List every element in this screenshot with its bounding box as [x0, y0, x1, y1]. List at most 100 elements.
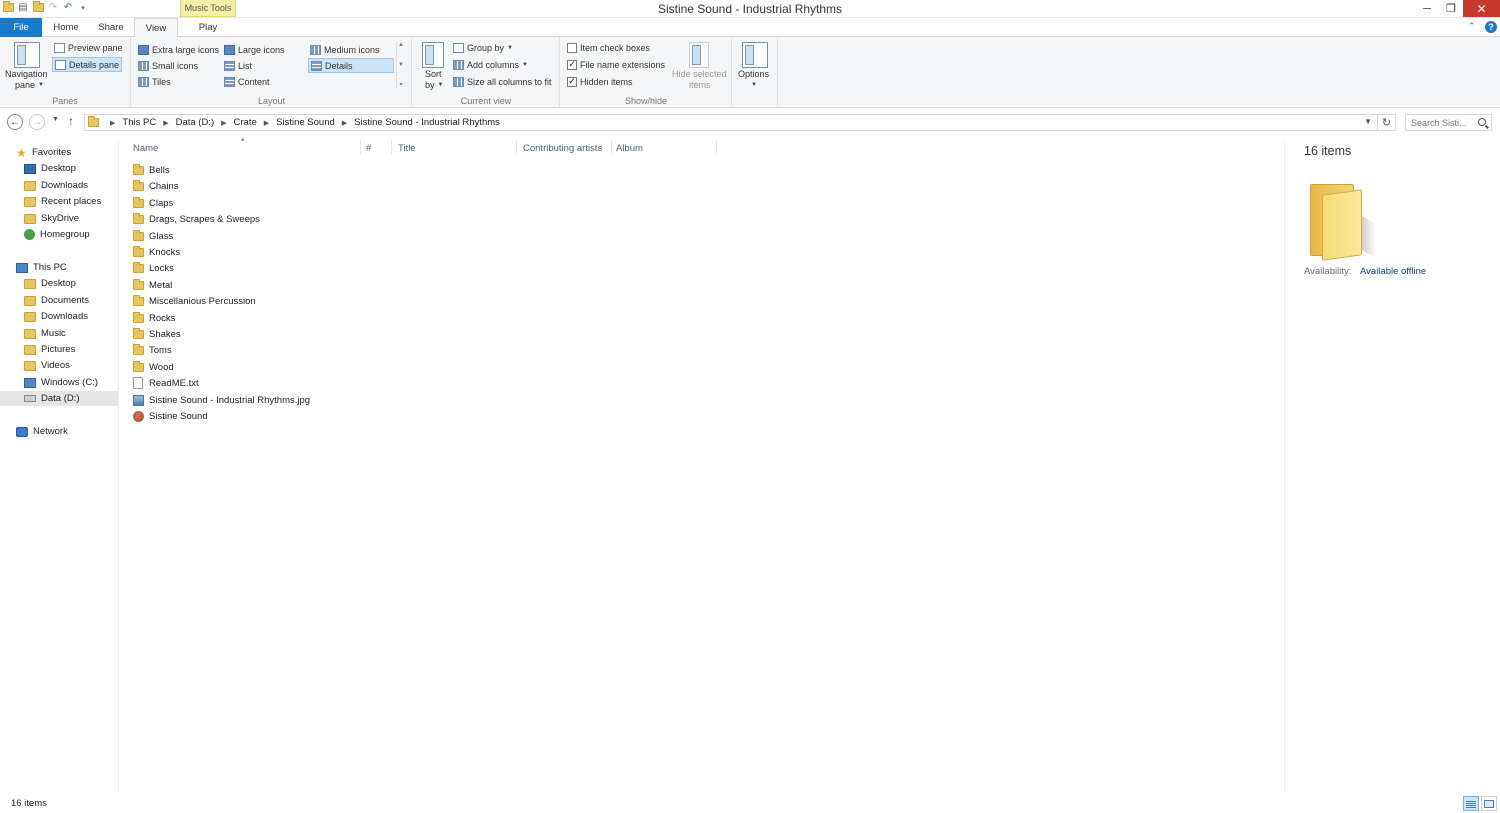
breadcrumb-sistine-sound[interactable]: Sistine Sound — [276, 117, 335, 128]
availability-value[interactable]: Available offline — [1360, 266, 1426, 277]
size-columns-button[interactable]: Size all columns to fit — [451, 74, 554, 89]
nav-pc-videos[interactable]: Videos — [0, 358, 118, 373]
column-divider[interactable] — [716, 140, 717, 154]
breadcrumb-current-folder[interactable]: Sistine Sound - Industrial Rhythms — [354, 117, 500, 128]
checkbox-checked-icon[interactable]: ✓ — [567, 59, 577, 70]
gallery-expand-icon[interactable]: ▾ — [399, 81, 402, 88]
restore-button[interactable]: ❐ — [1440, 0, 1462, 17]
layout-content[interactable]: Content — [222, 74, 272, 89]
hidden-items-toggle[interactable]: ✓ Hidden items — [565, 74, 635, 89]
breadcrumb-separator-icon[interactable]: ▶ — [342, 119, 347, 127]
details-view-button[interactable] — [1463, 796, 1479, 811]
list-item[interactable]: Metal — [133, 277, 172, 293]
nav-pc-downloads[interactable]: Downloads — [0, 309, 118, 324]
layout-tiles[interactable]: Tiles — [136, 74, 173, 89]
nav-favorites-downloads[interactable]: Downloads — [0, 178, 118, 193]
breadcrumb-separator-icon[interactable]: ▶ — [221, 119, 226, 127]
address-dropdown-icon[interactable]: ▼ — [1364, 117, 1372, 126]
breadcrumb-crate[interactable]: Crate — [234, 117, 257, 128]
nav-pc-documents[interactable]: Documents — [0, 293, 118, 308]
nav-pc-desktop[interactable]: Desktop — [0, 276, 118, 291]
tab-home[interactable]: Home — [48, 18, 84, 37]
large-icons-view-button[interactable] — [1481, 796, 1497, 811]
nav-pc-windows-c[interactable]: Windows (C:) — [0, 375, 118, 390]
list-item[interactable]: Locks — [133, 260, 174, 276]
options-dropdown-icon[interactable]: ▼ — [749, 79, 759, 91]
help-icon[interactable]: ? — [1485, 21, 1497, 33]
layout-details[interactable]: Details — [308, 58, 394, 73]
checkbox-checked-icon[interactable]: ✓ — [567, 76, 577, 87]
nav-network[interactable]: Network — [0, 424, 118, 439]
file-name-extensions-toggle[interactable]: ✓ File name extensions — [565, 57, 667, 72]
preview-pane-button[interactable]: Preview pane — [52, 40, 125, 55]
layout-small-icons[interactable]: Small icons — [136, 58, 200, 73]
column-header-album[interactable]: Album — [616, 140, 714, 156]
breadcrumb-separator-icon[interactable]: ▶ — [163, 119, 168, 127]
list-item[interactable]: Drags, Scrapes & Sweeps — [133, 211, 260, 227]
recent-locations-icon[interactable]: ▼ — [52, 116, 59, 123]
tab-share[interactable]: Share — [92, 18, 130, 37]
tab-play[interactable]: Play — [192, 18, 224, 37]
minimize-button[interactable]: ─ — [1416, 0, 1438, 17]
column-header-title[interactable]: Title — [398, 140, 513, 156]
details-pane-divider[interactable] — [1284, 140, 1285, 792]
list-item[interactable]: Toms — [133, 342, 172, 358]
layout-list[interactable]: List — [222, 58, 254, 73]
column-divider[interactable] — [360, 140, 361, 154]
hide-selected-button-line2[interactable]: items — [687, 79, 713, 91]
nav-favorites[interactable]: ★ Favorites — [0, 145, 118, 160]
nav-homegroup[interactable]: Homegroup — [0, 227, 118, 242]
back-button[interactable]: ← — [7, 114, 23, 130]
nav-pc-music[interactable]: Music — [0, 326, 118, 341]
list-item[interactable]: Claps — [133, 195, 173, 211]
list-item[interactable]: Shakes — [133, 326, 181, 342]
scroll-up-icon[interactable]: ▲ — [398, 42, 404, 48]
column-divider[interactable] — [391, 140, 392, 154]
list-item[interactable]: Miscellanious Percussion — [133, 293, 256, 309]
list-item[interactable]: Bells — [133, 162, 170, 178]
tab-file[interactable]: File — [0, 18, 42, 37]
navigation-pane-button-line2[interactable]: pane ▼ — [13, 79, 46, 91]
list-item[interactable]: Wood — [133, 359, 174, 375]
nav-favorites-recent-places[interactable]: Recent places — [0, 194, 118, 209]
sort-by-button-line2[interactable]: by ▼ — [423, 79, 445, 91]
breadcrumb-this-pc[interactable]: This PC — [122, 117, 156, 128]
list-item[interactable]: Sistine Sound - Industrial Rhythms.jpg — [133, 392, 310, 408]
breadcrumb-data-d[interactable]: Data (D:) — [176, 117, 215, 128]
column-divider[interactable] — [516, 140, 517, 154]
layout-large-icons[interactable]: Large icons — [222, 42, 287, 57]
details-pane-button[interactable]: Details pane — [52, 57, 123, 72]
scroll-down-icon[interactable]: ▼ — [398, 62, 404, 68]
list-item[interactable]: Sistine Sound — [133, 408, 208, 424]
layout-gallery-scroll[interactable]: ▲ ▼ ▾ — [396, 42, 405, 88]
nav-this-pc[interactable]: This PC — [0, 260, 118, 275]
minimize-ribbon-icon[interactable]: ⌃ — [1468, 21, 1476, 32]
address-bar[interactable]: ▶ This PC ▶ Data (D:) ▶ Crate ▶ Sistine … — [84, 114, 1378, 131]
nav-favorites-desktop[interactable]: Desktop — [0, 161, 118, 176]
forward-button[interactable]: → — [29, 114, 45, 130]
list-item[interactable]: Glass — [133, 228, 173, 244]
checkbox-unchecked-icon[interactable] — [567, 42, 577, 53]
nav-pc-pictures[interactable]: Pictures — [0, 342, 118, 357]
refresh-button[interactable]: ↻ — [1378, 114, 1396, 131]
item-check-boxes-toggle[interactable]: Item check boxes — [565, 40, 652, 55]
list-item[interactable]: Knocks — [133, 244, 180, 260]
search-input[interactable]: Search Sisti... — [1405, 114, 1492, 131]
column-header-number[interactable]: # — [366, 140, 390, 156]
group-by-button[interactable]: Group by ▼ — [451, 40, 515, 55]
column-header-name[interactable]: Name — [133, 140, 358, 156]
tab-view[interactable]: View — [134, 18, 178, 38]
layout-extra-large-icons[interactable]: Extra large icons — [136, 42, 221, 57]
breadcrumb-separator-icon[interactable]: ▶ — [264, 119, 269, 127]
list-item[interactable]: Chains — [133, 178, 179, 194]
list-item[interactable]: ReadME.txt — [133, 375, 199, 391]
column-divider[interactable] — [611, 140, 612, 154]
layout-medium-icons[interactable]: Medium icons — [308, 42, 382, 57]
column-header-contributing-artists[interactable]: Contributing artists — [523, 140, 611, 156]
nav-skydrive[interactable]: SkyDrive — [0, 211, 118, 226]
close-button[interactable]: ✕ — [1463, 0, 1500, 17]
add-columns-button[interactable]: Add columns ▼ — [451, 57, 530, 72]
list-item[interactable]: Rocks — [133, 310, 175, 326]
breadcrumb-separator-icon[interactable]: ▶ — [110, 119, 115, 127]
up-button[interactable]: ↑ — [68, 114, 74, 128]
